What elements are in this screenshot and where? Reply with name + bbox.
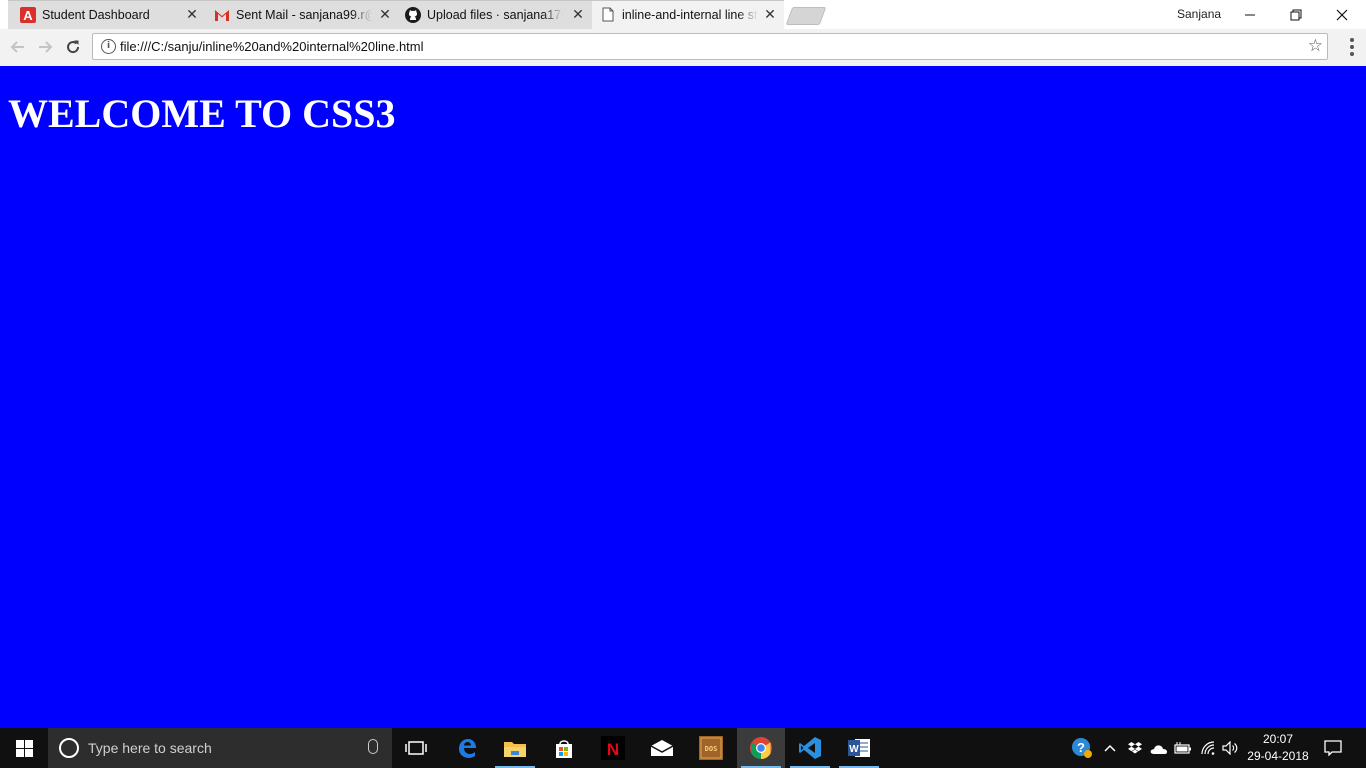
close-window-button[interactable] (1319, 0, 1365, 29)
tab-sent-mail[interactable]: Sent Mail - sanjana99.r@ ✕ (206, 0, 399, 29)
store-icon[interactable] (540, 728, 588, 768)
tab-title: inline-and-internal line st (622, 7, 758, 22)
clock-date: 29-04-2018 (1247, 749, 1309, 763)
close-tab-icon[interactable]: ✕ (762, 6, 778, 22)
chrome-menu-button[interactable] (1350, 38, 1354, 56)
close-tab-icon[interactable]: ✕ (184, 6, 200, 22)
volume-icon[interactable] (1220, 728, 1242, 768)
dropbox-icon[interactable] (1124, 728, 1146, 768)
gmail-icon (214, 7, 230, 23)
tab-student-dashboard[interactable]: A Student Dashboard ✕ (8, 0, 206, 29)
dosbox-icon[interactable]: DOS (687, 728, 735, 768)
taskbar-search-box[interactable]: Type here to search (48, 728, 392, 768)
tab-title: Upload files · sanjana17r/ (427, 7, 563, 22)
page-content: WELCOME TO CSS3 (0, 66, 1366, 728)
tab-title: Sent Mail - sanjana99.r@ (236, 7, 372, 22)
netflix-icon[interactable]: N (589, 728, 637, 768)
tab-title: Student Dashboard (42, 7, 150, 22)
minimize-button[interactable] (1227, 0, 1273, 29)
microphone-icon[interactable] (368, 739, 378, 754)
github-icon (405, 6, 421, 23)
clock-time: 20:07 (1262, 732, 1294, 746)
battery-icon[interactable] (1172, 728, 1194, 768)
restore-button[interactable] (1273, 0, 1319, 29)
onedrive-icon[interactable] (1148, 728, 1170, 768)
bookmark-star-icon[interactable]: ☆ (1308, 36, 1323, 56)
page-heading: WELCOME TO CSS3 (8, 91, 396, 136)
action-center-icon[interactable] (1316, 728, 1350, 768)
forward-button[interactable] (35, 37, 55, 57)
start-button[interactable] (0, 728, 48, 768)
vscode-icon[interactable] (786, 728, 834, 768)
show-hidden-icons-chevron-icon[interactable] (1099, 728, 1121, 768)
file-explorer-icon[interactable] (491, 728, 539, 768)
svg-text:N: N (607, 740, 619, 759)
address-bar[interactable]: i file:///C:/sanju/inline%20and%20intern… (92, 33, 1328, 60)
info-icon[interactable]: i (101, 39, 116, 54)
close-tab-icon[interactable]: ✕ (570, 6, 586, 22)
browser-toolbar: i file:///C:/sanju/inline%20and%20intern… (0, 29, 1366, 67)
wifi-icon[interactable] (1197, 728, 1219, 768)
page-icon (600, 7, 616, 23)
chrome-icon[interactable] (737, 728, 785, 768)
mail-icon[interactable] (638, 728, 686, 768)
windows-taskbar: Type here to search N DOS W ? 20:07 29-0… (0, 728, 1366, 768)
reload-button[interactable] (63, 37, 83, 57)
edge-icon[interactable] (443, 728, 491, 768)
svg-text:W: W (849, 744, 859, 755)
back-button[interactable] (8, 37, 28, 57)
cortana-icon[interactable] (59, 738, 79, 758)
search-placeholder: Type here to search (88, 740, 212, 756)
close-tab-icon[interactable]: ✕ (377, 6, 393, 22)
svg-text:DOS: DOS (705, 745, 718, 753)
profile-name[interactable]: Sanjana (1177, 7, 1221, 21)
svg-text:?: ? (1077, 740, 1085, 755)
taskbar-clock[interactable]: 20:07 29-04-2018 (1242, 731, 1314, 765)
windows-logo-icon (15, 739, 33, 757)
url-text[interactable]: file:///C:/sanju/inline%20and%20internal… (120, 39, 424, 54)
tab-upload-files[interactable]: Upload files · sanjana17r/ ✕ (399, 0, 592, 29)
tab-inline-and-internal[interactable]: inline-and-internal line st ✕ (592, 0, 784, 29)
red-a-icon: A (20, 6, 36, 23)
new-tab-button[interactable] (785, 7, 827, 25)
help-icon[interactable]: ? (1069, 728, 1095, 768)
task-view-icon[interactable] (392, 728, 440, 768)
svg-text:A: A (23, 8, 33, 23)
browser-title-bar: A Student Dashboard ✕ Sent Mail - sanjan… (0, 0, 1366, 29)
word-icon[interactable]: W (835, 728, 883, 768)
